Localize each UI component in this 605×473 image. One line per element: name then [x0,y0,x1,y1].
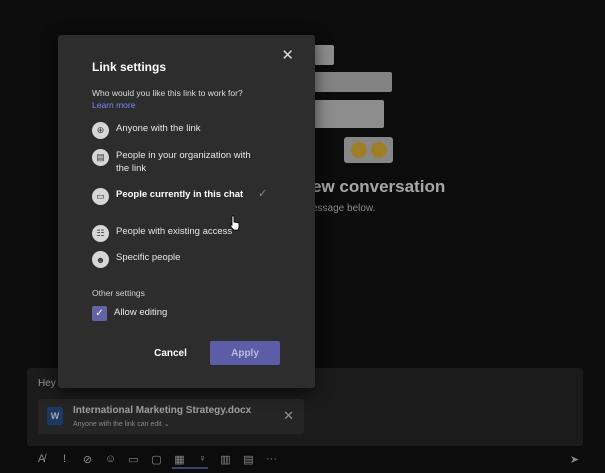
option-anyone[interactable]: ⊕ Anyone with the link [92,122,256,139]
option-label: Anyone with the link [116,123,201,134]
learn-more-link[interactable]: Learn more [92,100,135,110]
option-label: People currently in this chat [116,189,244,200]
dialog-title: Link settings [92,60,167,74]
allow-editing-label[interactable]: Allow editing [114,307,167,318]
checkmark-icon: ✓ [258,188,268,200]
chat-icon: ▭ [92,188,109,205]
globe-icon: ⊕ [92,122,109,139]
link-settings-dialog: Link settings ✕ Who would you like this … [58,35,315,388]
building-icon: ▤ [92,149,109,166]
allow-editing-checkbox[interactable]: ✓ [92,306,107,321]
mouse-cursor-icon [230,215,240,231]
person-icon: ☻ [92,251,109,268]
option-label: People in your organization with the lin… [116,150,251,174]
option-specific-people[interactable]: ☻ Specific people [92,251,256,268]
close-icon[interactable]: ✕ [281,46,294,64]
cancel-button[interactable]: Cancel [136,341,205,365]
people-icon: ☷ [92,225,109,242]
other-settings-label: Other settings [92,288,145,298]
apply-button[interactable]: Apply [210,341,280,365]
option-organization[interactable]: ▤ People in your organization with the l… [92,149,256,175]
option-current-chat[interactable]: ▭ People currently in this chat [92,188,256,205]
option-label: Specific people [116,252,181,263]
dialog-question: Who would you like this link to work for… [92,88,243,110]
teams-window: ew conversation essage below. Hey W Inte… [0,0,605,473]
